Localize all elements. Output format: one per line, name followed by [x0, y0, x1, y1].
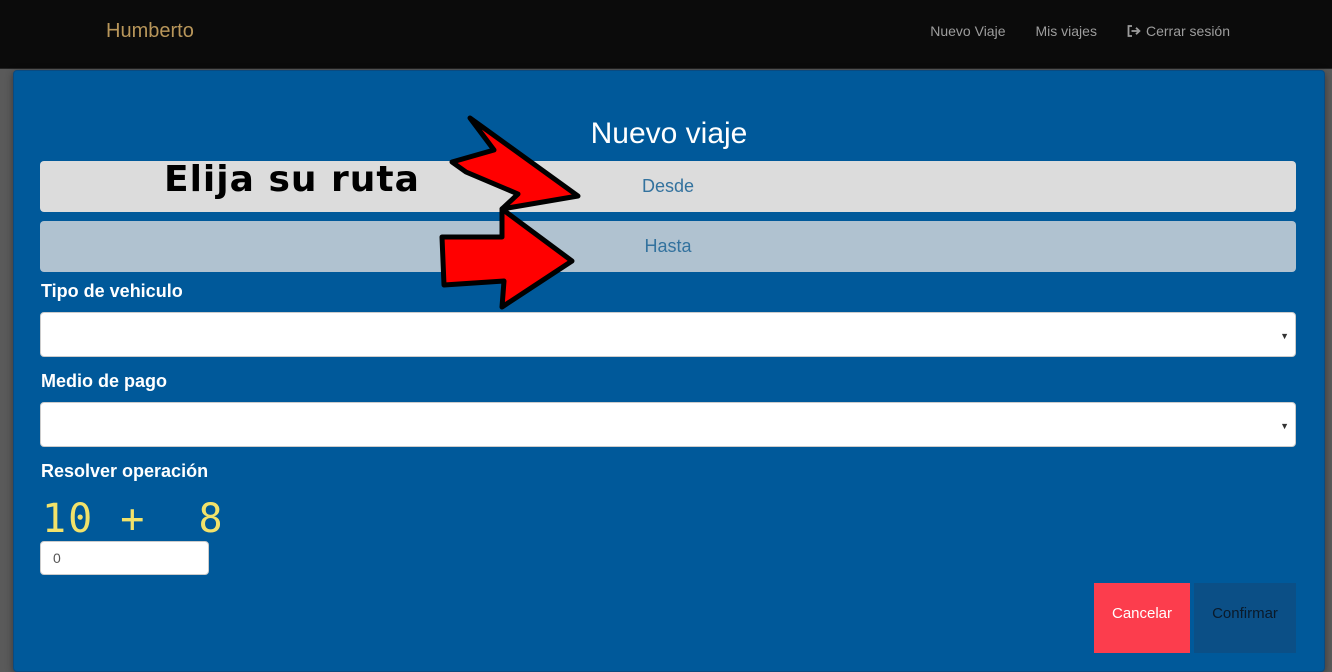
vehicle-type-label: Tipo de vehiculo — [41, 281, 183, 301]
vehicle-type-select[interactable]: ▼ — [40, 312, 1296, 357]
captcha-answer-input[interactable]: 0 — [40, 541, 209, 575]
captcha-label: Resolver operación — [41, 461, 209, 481]
nav-my-trips-link[interactable]: Mis viajes — [1036, 23, 1097, 39]
sign-out-icon — [1127, 25, 1141, 37]
brand-link[interactable]: Humberto — [106, 20, 194, 43]
modal-title: Nuevo viaje — [590, 117, 748, 150]
chevron-down-icon: ▼ — [1280, 421, 1289, 431]
top-navbar: Humberto Nuevo Viaje Mis viajes Cerrar s… — [0, 0, 1332, 69]
nav-my-trips-label: Mis viajes — [1035, 23, 1097, 39]
route-annotation: Elija su ruta — [164, 159, 420, 200]
nav-logout-label: Cerrar sesión — [1145, 23, 1230, 39]
cancel-button[interactable]: Cancelar — [1094, 583, 1190, 653]
nav-new-trip-link[interactable]: Nuevo Viaje — [930, 23, 1005, 39]
route-to-button[interactable]: Hasta — [40, 221, 1296, 272]
payment-method-select[interactable]: ▼ — [40, 402, 1296, 447]
confirm-button[interactable]: Confirmar — [1194, 583, 1296, 653]
nav-logout-link[interactable]: Cerrar sesión — [1127, 23, 1230, 39]
nav-links: Nuevo Viaje Mis viajes Cerrar sesión — [930, 23, 1230, 39]
chevron-down-icon: ▼ — [1280, 331, 1289, 341]
new-trip-modal: Nuevo viaje Desde Hasta Elija su ruta Ti… — [13, 70, 1325, 672]
payment-method-label: Medio de pago — [41, 371, 167, 391]
captcha-expression: 10 + 8 — [42, 496, 225, 542]
nav-new-trip-label: Nuevo Viaje — [930, 23, 1006, 39]
